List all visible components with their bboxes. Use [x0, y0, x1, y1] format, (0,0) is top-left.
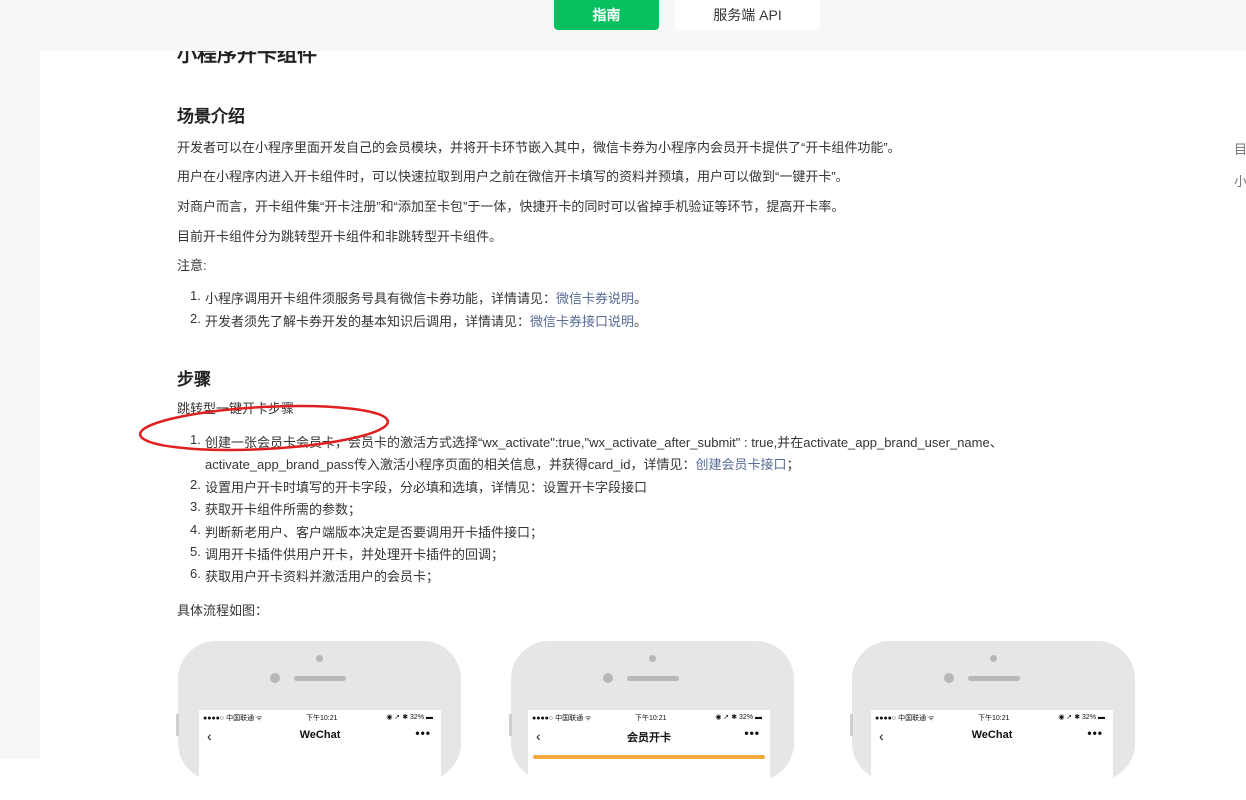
note-item: 1. 小程序调用开卡组件须服务号具有微信卡券功能，详情请见：微信卡券说明。: [190, 288, 647, 306]
more-icon: •••: [415, 726, 431, 740]
note-text: 小程序调用开卡组件须服务号具有微信卡券功能，详情请见：: [205, 291, 557, 306]
step-item: 3. 获取开卡组件所需的参数；: [190, 499, 361, 517]
note-tail: 。: [634, 291, 648, 306]
note-label: 注意:: [177, 258, 207, 273]
screen-title: WeChat: [971, 729, 1013, 741]
phone-speaker: [990, 655, 997, 662]
back-icon: ‹: [879, 728, 884, 744]
back-icon: ‹: [207, 728, 212, 744]
wechat-card-doc-link[interactable]: 微信卡券说明: [556, 291, 634, 306]
create-member-card-api-link[interactable]: 创建会员卡接口: [696, 457, 787, 472]
scene-paragraph: 目前开卡组件分为跳转型开卡组件和非跳转型开卡组件。: [177, 229, 503, 244]
steps-heading: 步骤: [177, 370, 211, 389]
guide-tab-button[interactable]: 指南: [554, 0, 659, 30]
status-time: 下午10:21: [635, 715, 667, 722]
step-text: 获取开卡组件所需的参数；: [205, 502, 362, 517]
carrier-label: ●●●●○ 中国联通 ᯤ: [203, 715, 263, 722]
list-number: 2.: [190, 311, 201, 326]
step-item: 6. 获取用户开卡资料并激活用户的会员卡；: [190, 566, 439, 584]
list-number: 3.: [190, 499, 201, 514]
flow-label: 具体流程如图：: [177, 603, 269, 618]
screen-title: 会员开卡: [627, 732, 671, 744]
status-time: 下午10:21: [306, 715, 338, 722]
step-text: 设置用户开卡时填写的开卡字段，分必填和选填，详情见：设置开卡字段接口: [205, 480, 648, 495]
left-gutter: [0, 0, 40, 759]
phone-screen: ●●●●○ 中国联通 ᯤ 下午10:21 ◉ ➚ ✱ 32% ▬ 会员开卡 ‹ …: [528, 710, 770, 800]
scene-heading: 场景介绍: [177, 107, 245, 126]
steps-intro: 跳转型一键开卡步骤: [177, 401, 295, 416]
phone-speaker: [316, 655, 323, 662]
phone-earpiece: [968, 676, 1020, 681]
wechat-card-api-doc-link[interactable]: 微信卡券接口说明: [530, 314, 634, 329]
phone-earpiece: [294, 676, 346, 681]
phone-side-button: [176, 714, 179, 736]
step-tail: ；: [786, 457, 800, 472]
status-bar: ●●●●○ 中国联通 ᯤ 下午10:21 ◉ ➚ ✱ 32% ▬: [199, 713, 441, 723]
step-text: 判断新老用户、客户端版本决定是否要调用开卡插件接口；: [205, 525, 544, 540]
note-item: 2. 开发者须先了解卡券开发的基本知识后调用，详情请见：微信卡券接口说明。: [190, 311, 647, 329]
list-number: 1.: [190, 288, 201, 303]
more-icon: •••: [744, 726, 760, 740]
list-number: 5.: [190, 544, 201, 559]
toc-fragment[interactable]: 目: [1234, 139, 1246, 158]
phone-screen: ●●●●○ 中国联通 ᯤ 下午10:21 ◉ ➚ ✱ 32% ▬ WeChat …: [871, 710, 1113, 800]
battery-indicator: ◉ ➚ ✱ 32% ▬: [386, 714, 433, 721]
wechat-nav-bar: 会员开卡 ‹ •••: [528, 726, 770, 748]
status-bar: ●●●●○ 中国联通 ᯤ 下午10:21 ◉ ➚ ✱ 32% ▬: [528, 713, 770, 723]
phone-camera: [270, 673, 280, 683]
step-item: 1. 创建一张会员卡会员卡，会员卡的激活方式选择“wx_activate":tr…: [190, 432, 1003, 472]
battery-indicator: ◉ ➚ ✱ 32% ▬: [715, 714, 762, 721]
status-bar: ●●●●○ 中国联通 ᯤ 下午10:21 ◉ ➚ ✱ 32% ▬: [871, 713, 1113, 723]
step-item: 5. 调用开卡插件供用户开卡，并处理开卡插件的回调；: [190, 544, 504, 562]
note-text: 开发者须先了解卡券开发的基本知识后调用，详情请见：: [205, 314, 531, 329]
phone-mockup: ●●●●○ 中国联通 ᯤ 下午10:21 ◉ ➚ ✱ 32% ▬ WeChat …: [176, 641, 461, 800]
server-api-tab-button[interactable]: 服务端 API: [675, 0, 820, 30]
phone-mockup: ●●●●○ 中国联通 ᯤ 下午10:21 ◉ ➚ ✱ 32% ▬ WeChat …: [850, 641, 1135, 800]
phone-mockup: ●●●●○ 中国联通 ᯤ 下午10:21 ◉ ➚ ✱ 32% ▬ 会员开卡 ‹ …: [509, 641, 794, 800]
step-text: activate_app_brand_pass传入激活小程序页面的相关信息，并获…: [205, 457, 696, 472]
step-text: 获取用户开卡资料并激活用户的会员卡；: [205, 569, 440, 584]
step-item: 2. 设置用户开卡时填写的开卡字段，分必填和选填，详情见：设置开卡字段接口: [190, 477, 647, 495]
phone-camera: [603, 673, 613, 683]
scene-paragraph: 对商户而言，开卡组件集“开卡注册”和“添加至卡包”于一体，快捷开卡的同时可以省掉…: [177, 199, 845, 214]
wechat-nav-bar: WeChat ‹ •••: [871, 726, 1113, 748]
list-number: 4.: [190, 522, 201, 537]
top-nav: 指南 服务端 API: [0, 0, 1246, 51]
battery-indicator: ◉ ➚ ✱ 32% ▬: [1058, 714, 1105, 721]
list-number: 1.: [190, 432, 201, 447]
phone-earpiece: [627, 676, 679, 681]
screen-title: WeChat: [299, 729, 341, 741]
step-text: 创建一张会员卡会员卡，会员卡的激活方式选择“wx_activate":true,…: [205, 435, 1003, 450]
phone-side-button: [509, 714, 512, 736]
phone-camera: [944, 673, 954, 683]
more-icon: •••: [1087, 726, 1103, 740]
scene-paragraph: 开发者可以在小程序里面开发自己的会员模块，并将开卡环节嵌入其中，微信卡券为小程序…: [177, 140, 901, 155]
phone-side-button: [850, 714, 853, 736]
status-time: 下午10:21: [978, 715, 1010, 722]
back-icon: ‹: [536, 728, 541, 744]
scene-paragraph: 用户在小程序内进入开卡组件时，可以快速拉取到用户之前在微信开卡填写的资料并预填，…: [177, 169, 849, 184]
step-text: 调用开卡插件供用户开卡，并处理开卡插件的回调；: [205, 547, 505, 562]
list-number: 6.: [190, 566, 201, 581]
note-tail: 。: [634, 314, 648, 329]
step-item: 4. 判断新老用户、客户端版本决定是否要调用开卡插件接口；: [190, 522, 543, 540]
list-number: 2.: [190, 477, 201, 492]
wechat-nav-bar: WeChat ‹ •••: [199, 726, 441, 748]
toc-fragment[interactable]: 小: [1234, 171, 1246, 190]
carrier-label: ●●●●○ 中国联通 ᯤ: [875, 715, 935, 722]
phone-screen: ●●●●○ 中国联通 ᯤ 下午10:21 ◉ ➚ ✱ 32% ▬ WeChat …: [199, 710, 441, 800]
phone-speaker: [649, 655, 656, 662]
card-banner-strip: [533, 755, 765, 759]
carrier-label: ●●●●○ 中国联通 ᯤ: [532, 715, 592, 722]
